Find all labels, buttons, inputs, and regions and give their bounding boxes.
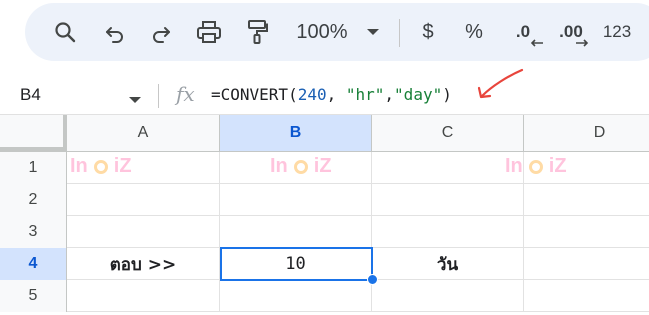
row-header-5[interactable]: 5 xyxy=(0,280,67,312)
cell-c4[interactable]: วัน xyxy=(372,248,524,280)
toolbar: 100% $ % .0 .00 123 xyxy=(25,3,649,61)
column-header-b[interactable]: B xyxy=(220,115,372,151)
currency-format-button[interactable]: $ xyxy=(413,3,443,61)
search-menus-button[interactable] xyxy=(47,3,83,61)
caret-down-icon xyxy=(129,97,141,103)
increase-decimal-button[interactable]: .00 xyxy=(551,3,591,61)
zoom-value: 100% xyxy=(296,20,348,43)
cell-a3[interactable] xyxy=(67,216,220,248)
formula-bar: B4 fx =CONVERT(240, "hr","day") xyxy=(0,78,649,115)
cell-c2[interactable] xyxy=(372,184,524,216)
cell-d3[interactable] xyxy=(524,216,649,248)
toolbar-area: 100% $ % .0 .00 123 xyxy=(0,0,649,78)
formula-string-from: "hr" xyxy=(345,85,385,104)
arrow-right-icon xyxy=(576,39,589,47)
formula-number: 240 xyxy=(297,85,327,104)
table-row: 2 xyxy=(0,184,649,216)
cell-d5[interactable] xyxy=(524,280,649,312)
redo-icon xyxy=(153,27,170,43)
redo-button[interactable] xyxy=(143,3,179,61)
zoom-select[interactable]: 100% xyxy=(287,3,357,61)
cell-d4[interactable] xyxy=(524,248,649,280)
formula-separator: , xyxy=(326,85,346,104)
cell-b4[interactable]: 10 xyxy=(220,248,372,280)
column-header-row: A B C D xyxy=(0,115,649,152)
cell-a1[interactable] xyxy=(67,152,220,184)
table-row: 4 ตอบ >> 10 วัน xyxy=(0,248,649,280)
column-header-a[interactable]: A xyxy=(67,115,220,151)
row-header-3[interactable]: 3 xyxy=(0,216,67,248)
percent-label: % xyxy=(465,20,483,43)
fx-icon: fx xyxy=(176,82,195,106)
more-formats-label: 123 xyxy=(602,22,632,41)
table-row: 5 xyxy=(0,280,649,312)
print-icon xyxy=(197,21,221,43)
cell-d2[interactable] xyxy=(524,184,649,216)
cell-b3[interactable] xyxy=(220,216,372,248)
select-all-corner[interactable] xyxy=(0,115,67,151)
fill-handle[interactable] xyxy=(367,274,378,285)
formula-separator: , xyxy=(384,85,395,104)
undo-icon xyxy=(106,27,123,43)
decrease-decimal-label: .0 xyxy=(515,22,531,41)
undo-button[interactable] xyxy=(97,3,133,61)
search-icon xyxy=(55,22,76,43)
row-header-1[interactable]: 1 xyxy=(0,152,67,184)
name-box[interactable]: B4 xyxy=(20,85,41,105)
cell-b1[interactable] xyxy=(220,152,372,184)
cell-b2[interactable] xyxy=(220,184,372,216)
arrow-left-icon xyxy=(530,39,543,47)
formula-string-to: "day" xyxy=(394,85,443,104)
row-header-4[interactable]: 4 xyxy=(0,248,67,280)
paint-format-button[interactable] xyxy=(239,3,275,61)
decrease-decimal-button[interactable]: .0 xyxy=(505,3,543,61)
formula-input[interactable]: =CONVERT(240, "hr","day") xyxy=(211,85,452,104)
paint-format-icon xyxy=(248,20,268,44)
formula-suffix: ) xyxy=(442,85,452,104)
cell-c3[interactable] xyxy=(372,216,524,248)
row-header-2[interactable]: 2 xyxy=(0,184,67,216)
table-row: 1 xyxy=(0,152,649,184)
cell-c1[interactable] xyxy=(372,152,524,184)
currency-label: $ xyxy=(422,20,434,43)
zoom-dropdown-button[interactable] xyxy=(363,3,383,61)
print-button[interactable] xyxy=(191,3,227,61)
cell-a4[interactable]: ตอบ >> xyxy=(67,248,220,280)
spreadsheet-grid: A B C D 1 2 3 4 ตอบ >> 10 วัน 5 In iZ In… xyxy=(0,115,649,315)
cell-d1[interactable] xyxy=(524,152,649,184)
percent-format-button[interactable]: % xyxy=(459,3,489,61)
caret-down-icon xyxy=(367,29,379,35)
table-row: 3 xyxy=(0,216,649,248)
column-header-c[interactable]: C xyxy=(372,115,524,151)
cell-b5[interactable] xyxy=(220,280,372,312)
cell-a5[interactable] xyxy=(67,280,220,312)
name-box-dropdown[interactable] xyxy=(128,92,142,110)
formula-divider xyxy=(158,84,159,108)
formula-prefix: =CONVERT( xyxy=(211,85,298,104)
cell-c5[interactable] xyxy=(372,280,524,312)
column-header-d[interactable]: D xyxy=(524,115,649,151)
toolbar-divider xyxy=(399,19,400,47)
annotation-arrow-icon xyxy=(477,68,524,99)
more-formats-button[interactable]: 123 xyxy=(599,3,635,61)
cell-a2[interactable] xyxy=(67,184,220,216)
